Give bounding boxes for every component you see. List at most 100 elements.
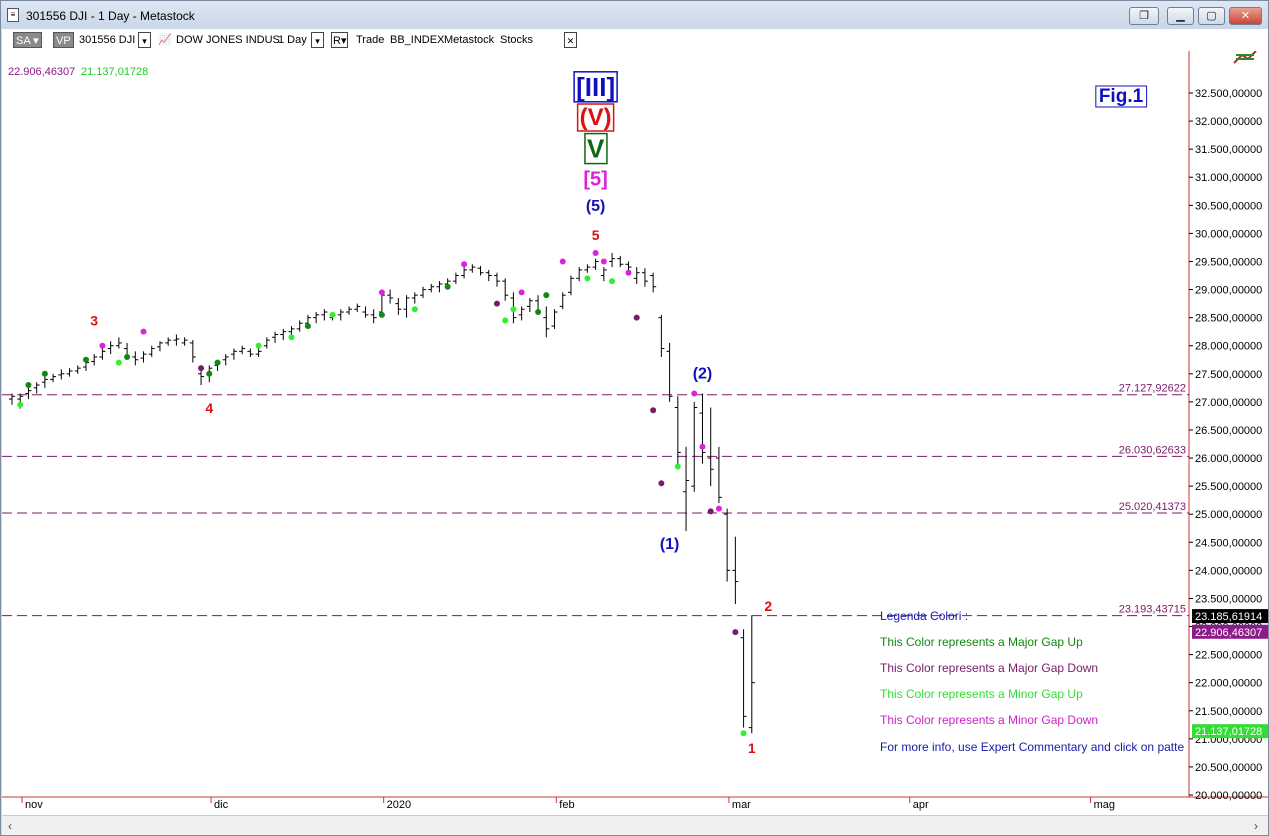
gap-dot-major-gap-up — [25, 382, 32, 389]
wave-label: 1 — [748, 740, 756, 756]
chart-icon[interactable]: 📈 — [158, 32, 172, 48]
gap-dot-major-gap-up — [124, 353, 131, 360]
ohlc-bar — [740, 629, 747, 728]
ohlc-bar — [526, 297, 533, 313]
symbol-dropdown-icon[interactable]: ▾ — [138, 32, 151, 48]
y-tick-label: 25.500,00000 — [1195, 481, 1262, 493]
y-tick-label: 22.500,00000 — [1195, 650, 1262, 662]
maximize-button[interactable]: ▢ — [1198, 7, 1225, 25]
ohlc-bar — [99, 348, 106, 360]
gap-dot-minor-gap-up — [584, 275, 591, 282]
ohlc-bar — [666, 342, 673, 402]
ohlc-bar — [132, 351, 139, 366]
gap-dot-minor-gap-up — [740, 730, 747, 737]
gap-dot-minor-gap-up — [115, 359, 122, 366]
ohlc-bar — [477, 265, 484, 276]
ohlc-bar — [592, 258, 599, 270]
ohlc-bar — [296, 320, 303, 332]
ohlc-bar — [609, 253, 616, 268]
ohlc-bar — [707, 407, 714, 487]
x-tick-label: mar — [732, 799, 751, 811]
legend-item: This Color represents a Major Gap Down — [880, 661, 1098, 675]
ohlc-bar — [165, 337, 172, 346]
ohlc-bar — [559, 292, 566, 310]
x-tick-label: 2020 — [387, 799, 411, 811]
y-tick-label: 20.500,00000 — [1195, 762, 1262, 774]
period-dropdown-icon[interactable]: ▾ — [311, 32, 324, 48]
trade-label[interactable]: Trade — [356, 32, 384, 48]
ohlc-bar — [403, 295, 410, 318]
chart-toolbar: SA ▾ VP 301556 DJI ▾ 📈 DOW JONES INDUS 1… — [2, 29, 1268, 51]
vp-button[interactable]: VP — [53, 32, 74, 48]
ohlc-bar — [313, 312, 320, 324]
gap-level-label: 27.127,92622 — [1119, 383, 1186, 395]
ohlc-bar — [140, 351, 147, 363]
ohlc-bar — [346, 306, 353, 315]
restore-down-button[interactable]: ❐ — [1129, 7, 1159, 25]
ohlc-bar — [691, 401, 698, 492]
ohlc-bar — [189, 340, 196, 363]
y-tick-label: 26.500,00000 — [1195, 425, 1262, 437]
ohlc-bar — [41, 376, 48, 388]
scroll-right-icon[interactable]: › — [1254, 819, 1258, 833]
y-tick-label: 25.000,00000 — [1195, 509, 1262, 521]
figure-label: Fig.1 — [1099, 86, 1144, 107]
x-tick-label: mag — [1094, 799, 1115, 811]
x-tick-label: dic — [214, 799, 229, 811]
gap-level-label: 23.193,43715 — [1119, 604, 1186, 616]
gap-dot-major-gap-down — [707, 508, 714, 515]
chart-area[interactable]: 32.500,00000 32.000,00000 31.500,00000 31.0… — [2, 51, 1268, 815]
price-chart[interactable]: 32.500,00000 32.000,00000 31.500,00000 31.0… — [2, 51, 1268, 815]
y-tick-label: 20.000,00000 — [1195, 790, 1262, 802]
wave-label: (1) — [660, 536, 680, 553]
y-tick-label: 28.000,00000 — [1195, 341, 1262, 353]
ohlc-bar — [461, 267, 468, 279]
ohlc-bar — [617, 255, 624, 268]
ohlc-bar — [173, 334, 180, 346]
y-tick-label: 32.500,00000 — [1195, 88, 1262, 100]
gap-dot-minor-gap-down — [518, 289, 525, 296]
refresh-button[interactable]: R▾ — [331, 32, 349, 48]
gap-dot-minor-gap-up — [502, 317, 509, 324]
readout-low: 21.137,01728 — [81, 66, 148, 78]
gap-dot-minor-gap-up — [288, 334, 295, 341]
x-tick-label: apr — [913, 799, 929, 811]
ohlc-bar — [493, 272, 500, 287]
ohlc-bar — [518, 306, 525, 321]
sa-button[interactable]: SA ▾ — [13, 32, 42, 48]
ohlc-bar — [107, 341, 114, 355]
ohlc-bar — [748, 615, 755, 734]
gap-dot-major-gap-up — [82, 356, 89, 363]
ohlc-bar — [732, 536, 739, 605]
ohlc-bar — [650, 272, 657, 293]
title-bar[interactable]: ≡ 301556 DJI - 1 Day - Metastock ❐ ▁ ▢ ✕ — [1, 1, 1268, 29]
window-title: 301556 DJI - 1 Day - Metastock — [26, 9, 195, 23]
gap-dot-minor-gap-up — [255, 342, 262, 349]
source-label: Metastock — [444, 34, 495, 46]
ohlc-bar — [280, 328, 287, 341]
wave-label: (5) — [586, 198, 606, 215]
ohlc-bar — [502, 278, 509, 301]
ohlc-bar — [387, 289, 394, 304]
gap-dot-minor-gap-down — [461, 261, 468, 268]
y-tick-label: 31.000,00000 — [1195, 172, 1262, 184]
price-marker-label: 23.185,61914 — [1195, 611, 1262, 623]
gap-dot-minor-gap-down — [715, 505, 722, 512]
wave-label: 5 — [592, 227, 600, 243]
close-button[interactable]: ✕ — [1229, 7, 1262, 25]
wave-label: (V) — [580, 104, 612, 131]
y-tick-label: 26.000,00000 — [1195, 453, 1262, 465]
horizontal-scrollbar[interactable]: ‹ › — [2, 815, 1268, 835]
minimize-button[interactable]: ▁ — [1167, 7, 1194, 25]
x-tick-label: feb — [559, 799, 574, 811]
close-chart-icon[interactable]: ✕ — [564, 32, 577, 48]
ohlc-bar — [633, 267, 640, 284]
y-tick-label: 30.000,00000 — [1195, 228, 1262, 240]
ohlc-bar — [58, 369, 65, 380]
legend-title: Legenda Colori : — [880, 609, 968, 623]
sa-label: SA — [16, 35, 31, 47]
scroll-left-icon[interactable]: ‹ — [8, 819, 12, 833]
ohlc-bar — [724, 508, 731, 582]
legend-item: This Color represents a Major Gap Up — [880, 635, 1083, 649]
drawing-tool-icon[interactable] — [1233, 51, 1257, 64]
